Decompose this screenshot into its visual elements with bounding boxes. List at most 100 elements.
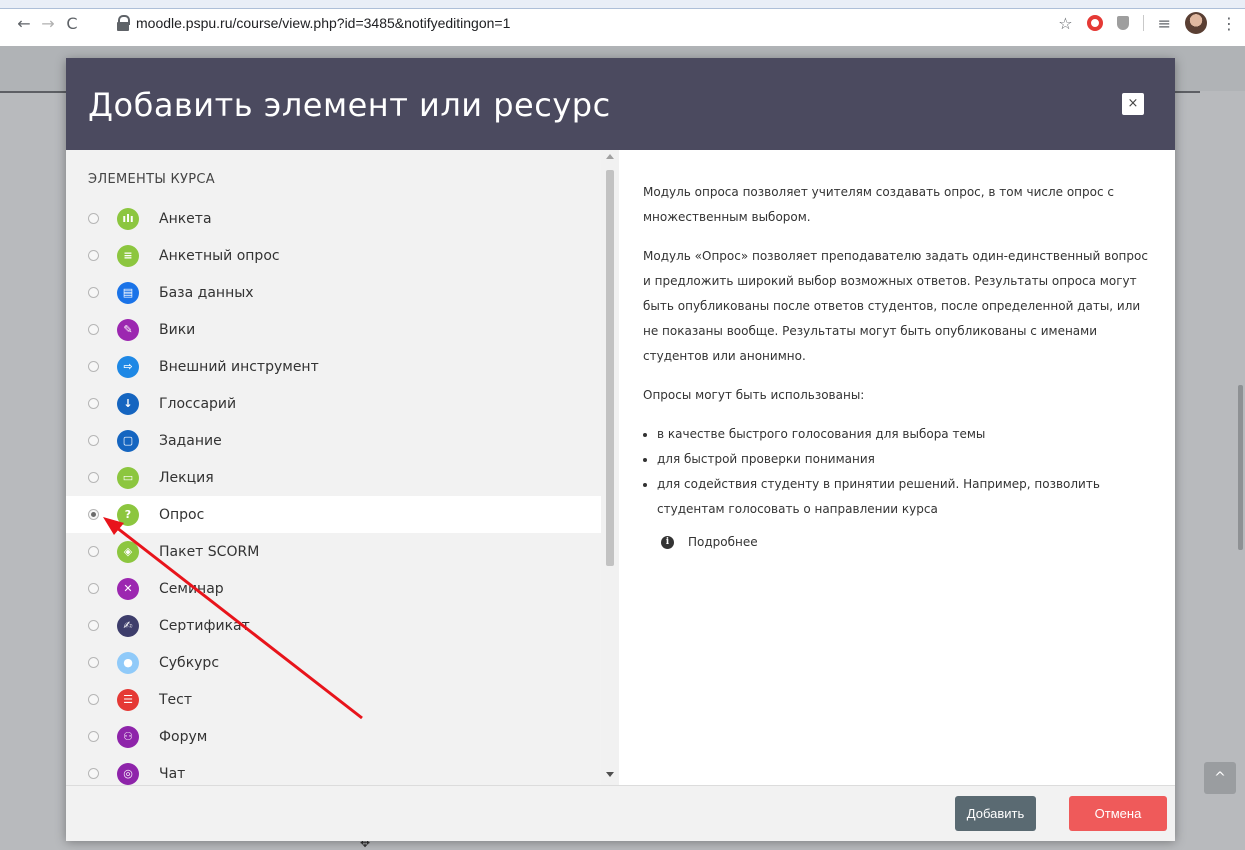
activity-radio[interactable] <box>88 324 99 335</box>
description-paragraph: Опросы могут быть использованы: <box>643 388 865 402</box>
activity-label[interactable]: Лекция <box>159 470 214 486</box>
activity-item[interactable]: ✕ Семинар <box>66 570 601 607</box>
activity-label[interactable]: Опрос <box>159 507 204 523</box>
scroll-up-arrow-icon[interactable] <box>606 154 614 159</box>
add-activity-modal: Добавить элемент или ресурс × ЭЛЕМЕНТЫ К… <box>66 58 1175 841</box>
activity-item[interactable]: ▭ Лекция <box>66 459 601 496</box>
scroll-down-arrow-icon[interactable] <box>606 772 614 777</box>
usage-list-item: для быстрой проверки понимания <box>657 447 1153 472</box>
activity-module-icon: ✎ <box>117 318 139 341</box>
activity-item[interactable]: ☰ Тест <box>66 681 601 718</box>
activity-label[interactable]: Сертификат <box>159 618 250 634</box>
add-button[interactable]: Добавить <box>955 796 1036 831</box>
bookmark-star-icon[interactable]: ☆ <box>1058 14 1072 33</box>
activity-radio[interactable] <box>88 472 99 483</box>
description-paragraph: Модуль «Опрос» позволяет преподавателю з… <box>643 249 1148 363</box>
browser-toolbar: ← → C moodle.pspu.ru/course/view.php?id=… <box>0 0 1245 46</box>
usage-list-item: для содействия студенту в принятии решен… <box>657 472 1153 522</box>
activity-item[interactable]: ▤ База данных <box>66 274 601 311</box>
description-pane: Модуль опроса позволяет учителям создава… <box>619 150 1175 785</box>
more-help-label[interactable]: Подробнее <box>688 530 758 555</box>
activity-item[interactable]: ılı Анкета <box>66 200 601 237</box>
scroll-to-top-button[interactable]: ^ <box>1204 762 1236 794</box>
activity-item[interactable]: ◈ Пакет SCORM <box>66 533 601 570</box>
activity-radio[interactable] <box>88 620 99 631</box>
activity-label[interactable]: Задание <box>159 433 222 449</box>
activity-label[interactable]: Семинар <box>159 581 224 597</box>
shield-extension-icon[interactable] <box>1116 16 1129 30</box>
activity-module-icon: ✍ <box>117 614 139 637</box>
activity-module-icon: ▤ <box>117 281 139 304</box>
activity-item[interactable]: ≡ Анкетный опрос <box>66 237 601 274</box>
activity-module-icon: ● <box>117 651 139 674</box>
activity-label[interactable]: Глоссарий <box>159 396 236 412</box>
back-icon[interactable]: ← <box>12 14 36 33</box>
activity-module-icon: ↓ <box>117 392 139 415</box>
address-bar[interactable]: moodle.pspu.ru/course/view.php?id=3485&n… <box>116 10 1016 36</box>
opera-extension-icon[interactable] <box>1086 15 1103 31</box>
page-scrollbar[interactable] <box>1238 385 1243 550</box>
activity-module-icon: ▢ <box>117 429 139 452</box>
activity-label[interactable]: Форум <box>159 729 207 745</box>
activity-radio[interactable] <box>88 768 99 779</box>
url-text[interactable]: moodle.pspu.ru/course/view.php?id=3485&n… <box>136 15 510 31</box>
activity-list: ılı Анкета ≡ Анкетный опрос ▤ База данных ✎ Вик… <box>66 200 601 785</box>
activity-module-icon: ? <box>117 503 139 526</box>
activity-module-icon: ≡ <box>117 244 139 267</box>
activity-module-icon: ⚇ <box>117 725 139 748</box>
media-control-icon[interactable]: ≡ <box>1158 14 1171 33</box>
tab-strip <box>0 0 1245 9</box>
activity-description: Модуль опроса позволяет учителям создава… <box>643 180 1153 555</box>
activity-list-scrollbar[interactable] <box>601 150 619 785</box>
activity-label[interactable]: Пакет SCORM <box>159 544 259 560</box>
modal-header: Добавить элемент или ресурс × <box>66 58 1175 150</box>
activity-radio[interactable] <box>88 731 99 742</box>
activity-module-icon: ⇨ <box>117 355 139 378</box>
forward-icon[interactable]: → <box>36 14 60 33</box>
activity-radio[interactable] <box>88 213 99 224</box>
activity-item[interactable]: ↓ Глоссарий <box>66 385 601 422</box>
activity-radio[interactable] <box>88 509 99 520</box>
cancel-button[interactable]: Отмена <box>1069 796 1167 831</box>
profile-avatar[interactable] <box>1185 12 1207 34</box>
activity-label[interactable]: Внешний инструмент <box>159 359 319 375</box>
activity-label[interactable]: Чат <box>159 766 185 782</box>
activity-item[interactable]: ✍ Сертификат <box>66 607 601 644</box>
activity-item[interactable]: ⚇ Форум <box>66 718 601 755</box>
activity-item[interactable]: ▢ Задание <box>66 422 601 459</box>
activity-radio[interactable] <box>88 583 99 594</box>
activity-radio[interactable] <box>88 361 99 372</box>
reload-icon[interactable]: C <box>60 14 84 33</box>
activity-item[interactable]: ◎ Чат <box>66 755 601 785</box>
section-heading: ЭЛЕМЕНТЫ КУРСА <box>88 172 215 187</box>
activity-label[interactable]: Тест <box>159 692 192 708</box>
activity-module-icon: ◈ <box>117 540 139 563</box>
close-button[interactable]: × <box>1122 93 1144 115</box>
activity-item[interactable]: ? Опрос <box>66 496 601 533</box>
activity-item[interactable]: ✎ Вики <box>66 311 601 348</box>
activity-radio[interactable] <box>88 250 99 261</box>
scroll-thumb[interactable] <box>606 170 614 566</box>
activity-label[interactable]: Вики <box>159 322 195 338</box>
activity-module-icon: ☰ <box>117 688 139 711</box>
activity-radio[interactable] <box>88 435 99 446</box>
activity-radio[interactable] <box>88 657 99 668</box>
more-help-link[interactable]: i Подробнее <box>661 530 1153 555</box>
browser-menu-icon[interactable]: ⋮ <box>1221 14 1237 33</box>
lock-icon <box>116 15 130 31</box>
activity-radio[interactable] <box>88 694 99 705</box>
activity-radio[interactable] <box>88 546 99 557</box>
activity-module-icon: ılı <box>117 207 139 230</box>
toolbar-divider <box>1142 15 1144 31</box>
activity-radio[interactable] <box>88 287 99 298</box>
activity-label[interactable]: База данных <box>159 285 254 301</box>
usage-list-item: в качестве быстрого голосования для выбо… <box>657 422 1153 447</box>
activity-item[interactable]: ⇨ Внешний инструмент <box>66 348 601 385</box>
modal-title: Добавить элемент или ресурс <box>88 86 611 124</box>
activity-label[interactable]: Анкетный опрос <box>159 248 280 264</box>
activity-module-icon: ✕ <box>117 577 139 600</box>
activity-radio[interactable] <box>88 398 99 409</box>
activity-label[interactable]: Субкурс <box>159 655 219 671</box>
activity-label[interactable]: Анкета <box>159 211 212 227</box>
activity-item[interactable]: ● Субкурс <box>66 644 601 681</box>
